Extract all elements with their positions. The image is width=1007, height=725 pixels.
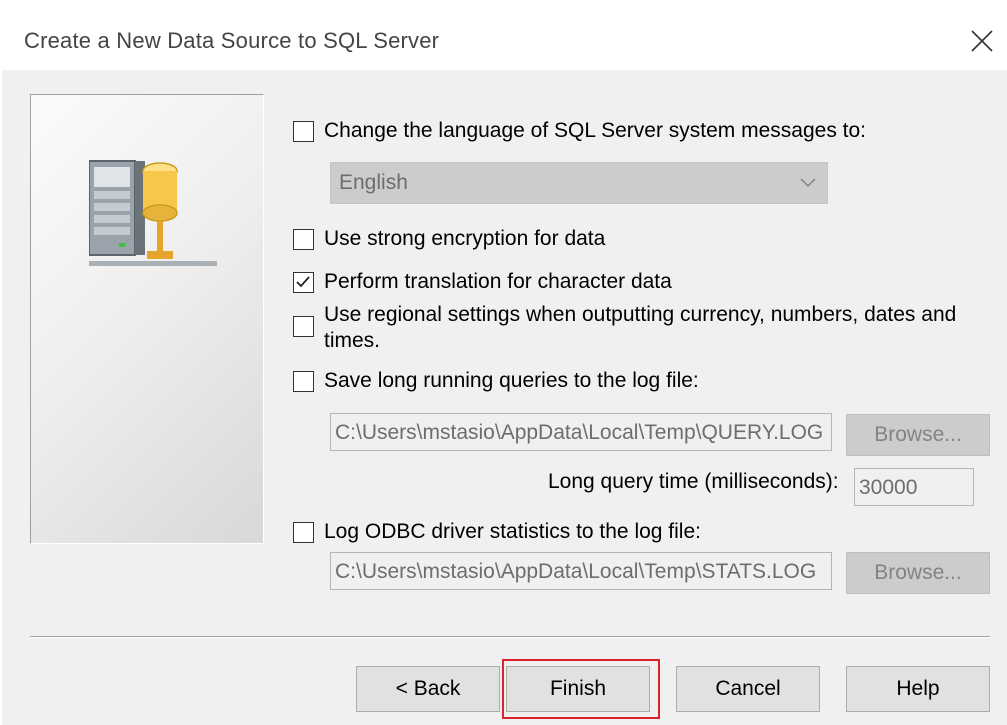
window-left-edge	[0, 70, 2, 725]
translate-char-data-label: Perform translation for character data	[324, 270, 672, 293]
regional-settings-label: Use regional settings when outputting cu…	[324, 303, 957, 352]
long-query-time-label: Long query time (milliseconds):	[548, 470, 839, 493]
query-log-path-value: C:\Users\mstasio\AppData\Local\Temp\QUER…	[335, 421, 824, 444]
back-button[interactable]: < Back	[356, 666, 500, 712]
checkmark-icon	[296, 275, 310, 287]
save-long-queries-checkbox[interactable]	[293, 370, 314, 392]
stats-log-path-field[interactable]: C:\Users\mstasio\AppData\Local\Temp\STAT…	[330, 552, 832, 590]
regional-settings-checkbox[interactable]	[293, 316, 314, 337]
regional-settings-option[interactable]: Use regional settings when outputting cu…	[293, 302, 974, 354]
log-driver-stats-checkbox[interactable]	[293, 521, 314, 543]
finish-highlight-box	[502, 659, 660, 719]
strong-encryption-option[interactable]: Use strong encryption for data	[293, 227, 605, 251]
change-language-option[interactable]: Change the language of SQL Server system…	[293, 119, 866, 143]
long-query-time-value: 30000	[859, 476, 918, 499]
close-button[interactable]	[962, 24, 1002, 60]
stats-log-path-value: C:\Users\mstasio\AppData\Local\Temp\STAT…	[335, 560, 817, 583]
title-bar: Create a New Data Source to SQL Server	[0, 0, 1007, 70]
chevron-down-icon	[800, 178, 816, 188]
language-select[interactable]: English	[330, 162, 828, 204]
language-select-value: English	[339, 171, 408, 194]
translate-char-data-checkbox[interactable]	[293, 271, 314, 293]
save-long-queries-option[interactable]: Save long running queries to the log fil…	[293, 369, 699, 393]
query-log-path-field[interactable]: C:\Users\mstasio\AppData\Local\Temp\QUER…	[330, 413, 832, 451]
translate-char-data-option[interactable]: Perform translation for character data	[293, 270, 672, 294]
query-log-browse-button[interactable]: Browse...	[846, 414, 990, 456]
cancel-button[interactable]: Cancel	[676, 666, 820, 712]
strong-encryption-checkbox[interactable]	[293, 228, 314, 250]
strong-encryption-label: Use strong encryption for data	[324, 227, 606, 250]
change-language-checkbox[interactable]	[293, 120, 314, 142]
save-long-queries-label: Save long running queries to the log fil…	[324, 369, 699, 392]
wizard-side-panel	[30, 94, 264, 544]
change-language-label: Change the language of SQL Server system…	[324, 119, 867, 142]
log-driver-stats-label: Log ODBC driver statistics to the log fi…	[324, 520, 701, 543]
log-driver-stats-option[interactable]: Log ODBC driver statistics to the log fi…	[293, 520, 701, 544]
stats-log-browse-button[interactable]: Browse...	[846, 552, 990, 594]
button-separator	[30, 636, 990, 638]
help-button[interactable]: Help	[846, 666, 990, 712]
window-title: Create a New Data Source to SQL Server	[24, 28, 440, 53]
database-server-icon	[89, 160, 217, 266]
long-query-time-field[interactable]: 30000	[854, 468, 974, 506]
close-icon	[971, 30, 993, 52]
